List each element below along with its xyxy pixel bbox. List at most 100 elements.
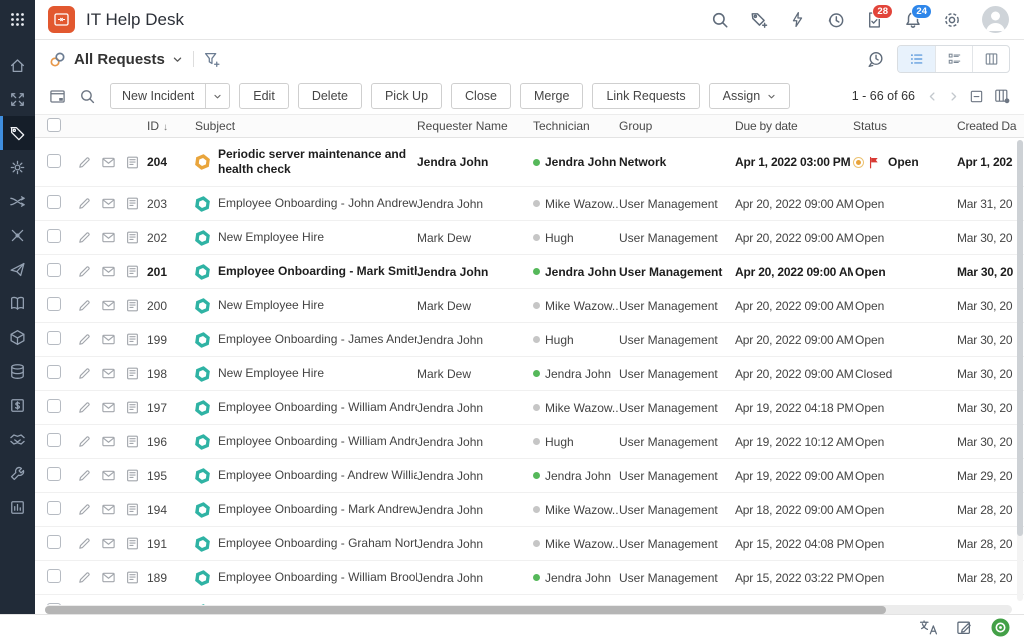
select-all-checkbox[interactable] [47,118,61,132]
table-row[interactable]: 198 New Employee Hire Mark Dew Jendra Jo… [35,357,1024,391]
table-row[interactable]: 200 New Employee Hire Mark Dew Mike Wazo… [35,289,1024,323]
request-subject[interactable]: Employee Onboarding - Mark Smith [218,264,417,279]
column-header-technician[interactable]: Technician [533,119,619,133]
feedback-compose-icon[interactable] [956,619,973,636]
row-edit-icon[interactable] [77,298,92,313]
link-requests-button[interactable]: Link Requests [592,83,699,109]
table-row[interactable]: 202 New Employee Hire Mark Dew Hugh User… [35,221,1024,255]
vertical-scrollbar[interactable] [1017,140,1023,601]
request-subject[interactable]: Employee Onboarding - Mark Andrews [218,502,417,517]
row-email-icon[interactable] [101,155,116,170]
row-notes-icon[interactable] [125,434,140,449]
column-header-due[interactable]: Due by date [725,119,853,133]
row-email-icon[interactable] [101,332,116,347]
row-edit-icon[interactable] [77,155,92,170]
row-email-icon[interactable] [101,468,116,483]
row-notes-icon[interactable] [125,468,140,483]
approvals-icon[interactable]: 28 [866,11,883,29]
row-notes-icon[interactable] [125,264,140,279]
column-chooser-icon[interactable] [994,88,1010,104]
request-id[interactable]: 198 [147,367,195,381]
row-checkbox[interactable] [47,229,61,243]
table-settings-icon[interactable] [49,88,66,105]
row-checkbox[interactable] [47,297,61,311]
row-checkbox[interactable] [47,154,61,168]
request-id[interactable]: 201 [147,265,195,279]
list-view-button[interactable] [898,46,935,72]
request-subject[interactable]: Employee Onboarding - James Anderson [218,332,417,347]
table-row[interactable]: 189 Employee Onboarding - William Brooks… [35,561,1024,595]
chevron-down-icon[interactable] [172,54,183,65]
table-row[interactable]: 196 Employee Onboarding - William Andrew… [35,425,1024,459]
request-id[interactable]: 200 [147,299,195,313]
row-edit-icon[interactable] [77,502,92,517]
row-edit-icon[interactable] [77,196,92,211]
row-email-icon[interactable] [101,502,116,517]
column-header-subject[interactable]: Subject [195,119,417,133]
request-subject[interactable]: Employee Onboarding - Andrew Williams [218,468,417,483]
row-edit-icon[interactable] [77,570,92,585]
row-edit-icon[interactable] [77,264,92,279]
request-id[interactable]: 199 [147,333,195,347]
row-notes-icon[interactable] [125,400,140,415]
row-checkbox[interactable] [47,195,61,209]
pickup-button[interactable]: Pick Up [371,83,442,109]
notifications-bell-icon[interactable]: 24 [904,11,922,29]
request-subject[interactable]: Employee Onboarding - William Andrews [218,434,417,449]
table-row[interactable]: 199 Employee Onboarding - James Anderson… [35,323,1024,357]
new-incident-caret-icon[interactable] [205,84,229,108]
delete-button[interactable]: Delete [298,83,362,109]
sidebar-item-requests[interactable] [0,116,35,150]
table-row[interactable]: 194 Employee Onboarding - Mark Andrews J… [35,493,1024,527]
row-notes-icon[interactable] [125,366,140,381]
row-notes-icon[interactable] [125,230,140,245]
request-id[interactable]: 191 [147,537,195,551]
sidebar-item-assets[interactable] [0,320,35,354]
row-notes-icon[interactable] [125,155,140,170]
filter-add-icon[interactable] [204,51,221,68]
sla-timer-icon[interactable] [866,50,885,69]
support-chat-icon[interactable] [991,618,1010,637]
row-edit-icon[interactable] [77,468,92,483]
close-button[interactable]: Close [451,83,511,109]
column-header-created[interactable]: Created Da [949,119,1024,133]
request-subject[interactable]: New Employee Hire [218,298,324,313]
row-edit-icon[interactable] [77,332,92,347]
sidebar-item-changes[interactable] [0,184,35,218]
row-email-icon[interactable] [101,196,116,211]
row-checkbox[interactable] [47,433,61,447]
sidebar-item-purchase[interactable] [0,388,35,422]
new-incident-button[interactable]: New Incident [110,83,230,109]
request-subject[interactable]: New Employee Hire [218,366,324,381]
row-edit-icon[interactable] [77,366,92,381]
row-email-icon[interactable] [101,298,116,313]
request-id[interactable]: 203 [147,197,195,211]
table-row[interactable]: 201 Employee Onboarding - Mark Smith Jen… [35,255,1024,289]
table-row[interactable]: 187 Employee Onboarding - Michael Willia… [35,595,1024,605]
zap-icon[interactable] [789,11,806,28]
table-row[interactable]: 204 Periodic server maintenance and heal… [35,138,1024,187]
sidebar-item-releases[interactable] [0,252,35,286]
view-title[interactable]: All Requests [74,51,165,68]
column-header-id[interactable]: ID↓ [147,119,195,133]
request-subject[interactable]: Employee Onboarding - Graham Norton [218,536,417,551]
row-notes-icon[interactable] [125,332,140,347]
request-id[interactable]: 196 [147,435,195,449]
history-icon[interactable] [827,11,845,29]
request-subject[interactable]: Employee Onboarding - John Andrews [218,196,417,211]
table-row[interactable]: 191 Employee Onboarding - Graham Norton … [35,527,1024,561]
table-row[interactable]: 197 Employee Onboarding - William Andrew… [35,391,1024,425]
sidebar-item-contracts[interactable] [0,422,35,456]
row-notes-icon[interactable] [125,502,140,517]
row-checkbox[interactable] [47,569,61,583]
request-id[interactable]: 204 [147,155,195,169]
row-edit-icon[interactable] [77,434,92,449]
edit-button[interactable]: Edit [239,83,289,109]
card-view-button[interactable] [935,46,972,72]
vertical-scrollbar-thumb[interactable] [1017,140,1023,536]
user-avatar[interactable] [982,6,1009,33]
table-row[interactable]: 195 Employee Onboarding - Andrew William… [35,459,1024,493]
row-email-icon[interactable] [101,366,116,381]
search-list-icon[interactable] [79,88,96,105]
request-subject[interactable]: New Employee Hire [218,230,324,245]
